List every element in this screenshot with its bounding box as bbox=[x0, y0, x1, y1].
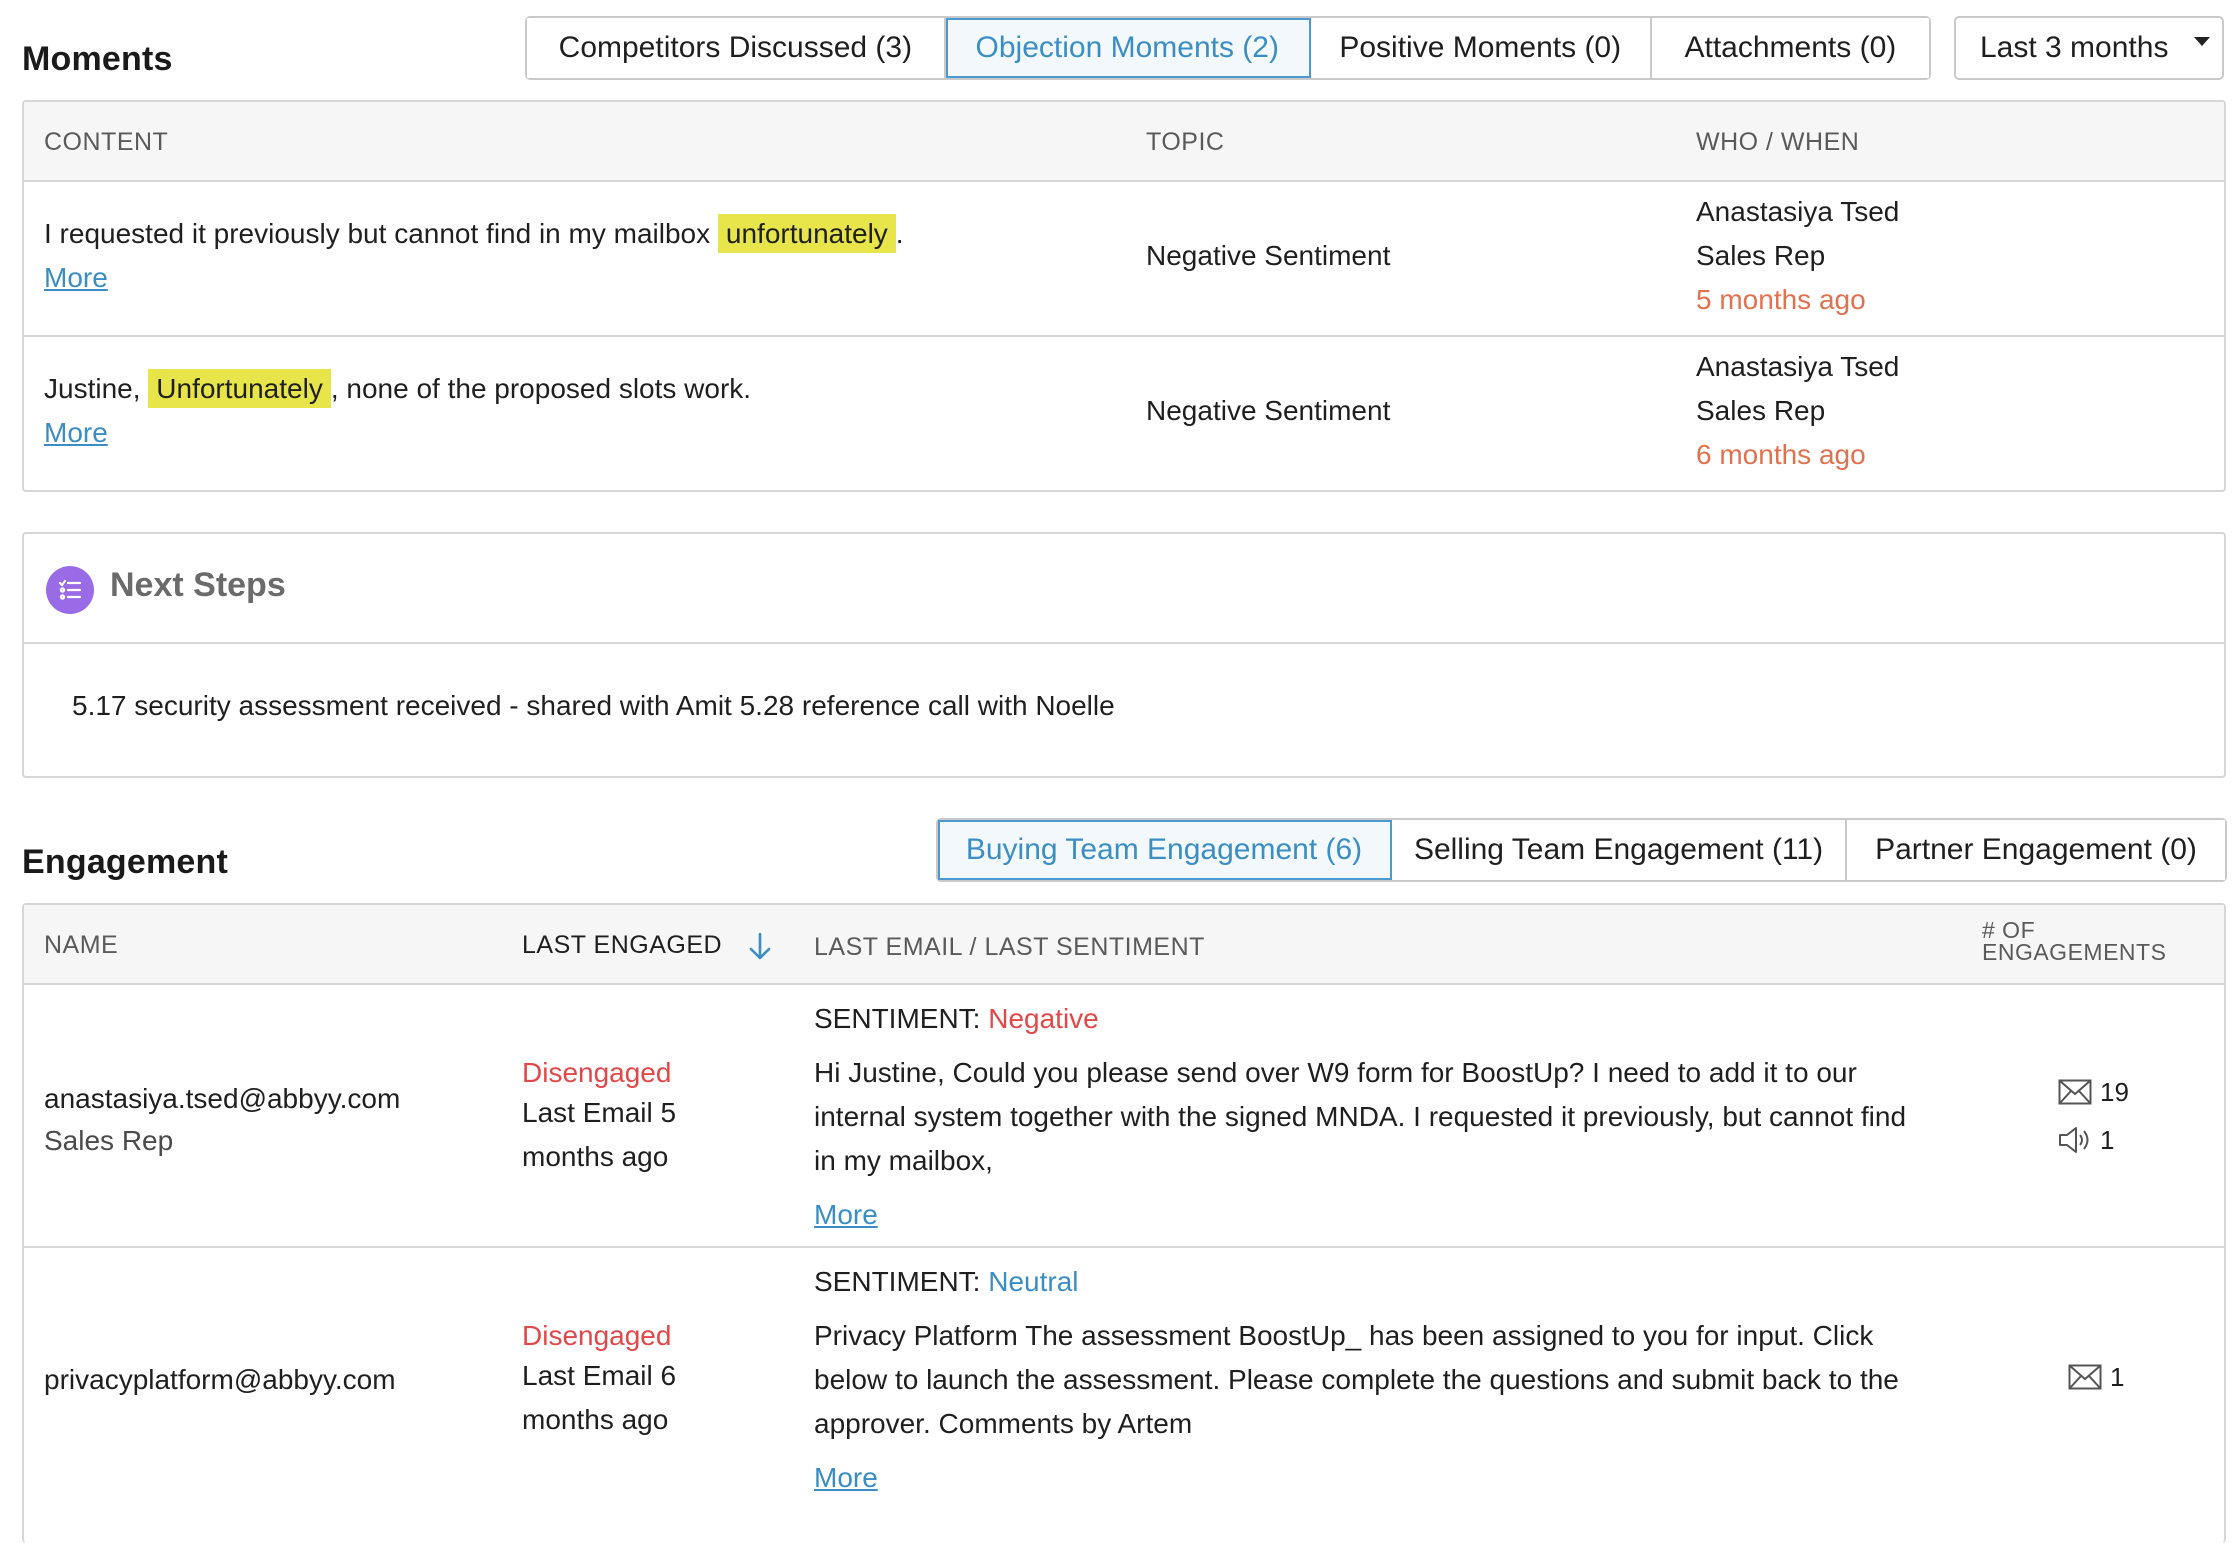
email-count-value: 1 bbox=[2110, 1361, 2125, 1392]
when-timestamp: 5 months ago bbox=[1696, 284, 1866, 315]
column-header-who-when[interactable]: WHO / WHEN bbox=[1696, 128, 1859, 157]
last-email-line2: months ago bbox=[522, 1404, 669, 1435]
call-count: 1 bbox=[2058, 1123, 2114, 1157]
column-header-content[interactable]: CONTENT bbox=[44, 128, 168, 157]
next-steps-title: Next Steps bbox=[110, 566, 286, 604]
tab-objection-moments[interactable]: Objection Moments (2) bbox=[945, 18, 1311, 78]
sentiment-value: Neutral bbox=[988, 1266, 1079, 1297]
highlight-keyword: Unfortunately bbox=[148, 369, 331, 408]
table-row: anastasiya.tsed@abbyy.com Sales Rep Dise… bbox=[24, 985, 2224, 1248]
more-link[interactable]: More bbox=[44, 256, 108, 300]
who-name: Anastasiya Tsed bbox=[1696, 196, 1900, 227]
email-count-value: 19 bbox=[2100, 1076, 2129, 1107]
highlight-keyword: unfortunately bbox=[717, 214, 896, 253]
email-snippet-line: below to launch the assessment. Please c… bbox=[814, 1364, 1899, 1395]
tab-positive-moments[interactable]: Positive Moments (0) bbox=[1310, 18, 1652, 78]
sentiment-value: Negative bbox=[988, 1003, 1099, 1034]
column-header-last-engaged[interactable]: LAST ENGAGED bbox=[522, 931, 722, 960]
tab-buying-team-engagement[interactable]: Buying Team Engagement (6) bbox=[938, 820, 1392, 880]
more-link[interactable]: More bbox=[814, 1456, 878, 1500]
contact-email[interactable]: privacyplatform@abbyy.com bbox=[44, 1358, 396, 1402]
next-steps-panel: Next Steps 5.17 security assessment rece… bbox=[22, 532, 2226, 778]
caret-down-icon bbox=[2194, 36, 2211, 46]
email-count: 19 bbox=[2058, 1075, 2129, 1109]
sentiment: SENTIMENT: Neutral bbox=[814, 1260, 1079, 1304]
date-range-value: Last 3 months bbox=[1980, 31, 2169, 64]
date-range-dropdown[interactable]: Last 3 months bbox=[1954, 16, 2224, 80]
table-row: privacyplatform@abbyy.com Disengaged Las… bbox=[24, 1248, 2224, 1511]
who-role: Sales Rep bbox=[1696, 240, 1826, 271]
email-snippet-line: approver. Comments by Artem bbox=[814, 1408, 1193, 1439]
num-engagements-line2: ENGAGEMENTS bbox=[1982, 939, 2167, 965]
moments-tabs: Competitors Discussed (3) Objection Mome… bbox=[525, 16, 1931, 80]
envelope-icon bbox=[2058, 1079, 2092, 1105]
email-snippet-line: Hi Justine, Could you please send over W… bbox=[814, 1057, 1857, 1088]
more-link[interactable]: More bbox=[814, 1193, 878, 1237]
contact-email[interactable]: anastasiya.tsed@abbyy.com bbox=[44, 1077, 400, 1121]
column-header-name[interactable]: NAME bbox=[44, 931, 118, 960]
table-row: Justine, Unfortunately, none of the prop… bbox=[24, 337, 2224, 492]
table-row: I requested it previously but cannot fin… bbox=[24, 182, 2224, 337]
tab-competitors-discussed[interactable]: Competitors Discussed (3) bbox=[527, 18, 946, 78]
engagement-table-header: NAME LAST ENGAGED LAST EMAIL / LAST SENT… bbox=[24, 905, 2224, 985]
engagement-tabs: Buying Team Engagement (6) Selling Team … bbox=[936, 818, 2227, 882]
checklist-icon bbox=[46, 566, 94, 614]
column-header-last-email-sentiment[interactable]: LAST EMAIL / LAST SENTIMENT bbox=[814, 933, 1205, 962]
engagement-status: Disengaged bbox=[522, 1057, 672, 1088]
moment-content: I requested it previously but cannot fin… bbox=[44, 212, 904, 256]
tab-attachments[interactable]: Attachments (0) bbox=[1651, 18, 1929, 78]
tab-selling-team-engagement[interactable]: Selling Team Engagement (11) bbox=[1392, 820, 1847, 880]
moment-topic: Negative Sentiment bbox=[1146, 395, 1391, 426]
email-snippet-line: in my mailbox, bbox=[814, 1145, 993, 1176]
contact-role: Sales Rep bbox=[44, 1125, 174, 1156]
engagement-table: NAME LAST ENGAGED LAST EMAIL / LAST SENT… bbox=[22, 903, 2226, 1543]
column-header-topic[interactable]: TOPIC bbox=[1146, 128, 1224, 157]
next-steps-text: 5.17 security assessment received - shar… bbox=[72, 690, 1115, 721]
column-header-num-engagements[interactable]: # OF ENGAGEMENTS bbox=[1982, 917, 2167, 965]
envelope-icon bbox=[2068, 1364, 2102, 1390]
sentiment: SENTIMENT: Negative bbox=[814, 997, 1099, 1041]
sentiment-label: SENTIMENT: bbox=[814, 1003, 989, 1034]
content-text-end: , none of the proposed slots work. bbox=[330, 373, 752, 404]
call-count-value: 1 bbox=[2100, 1124, 2115, 1155]
when-timestamp: 6 months ago bbox=[1696, 439, 1866, 470]
email-snippet-line: Privacy Platform The assessment BoostUp_… bbox=[814, 1320, 1874, 1351]
moments-title: Moments bbox=[22, 40, 173, 78]
moment-topic: Negative Sentiment bbox=[1146, 240, 1391, 271]
last-email-line1: Last Email 5 bbox=[522, 1097, 677, 1128]
moments-table-header: CONTENT TOPIC WHO / WHEN bbox=[24, 102, 2224, 182]
who-role: Sales Rep bbox=[1696, 395, 1826, 426]
sort-down-arrow-icon[interactable] bbox=[746, 931, 774, 961]
tab-partner-engagement[interactable]: Partner Engagement (0) bbox=[1847, 820, 2225, 880]
speaker-icon bbox=[2059, 1127, 2089, 1153]
next-steps-header: Next Steps bbox=[24, 534, 2224, 644]
more-link[interactable]: More bbox=[44, 411, 108, 455]
moment-content: Justine, Unfortunately, none of the prop… bbox=[44, 367, 751, 411]
sentiment-label: SENTIMENT: bbox=[814, 1266, 989, 1297]
engagement-status: Disengaged bbox=[522, 1320, 672, 1351]
content-text: I requested it previously but cannot fin… bbox=[44, 218, 718, 249]
engagement-title: Engagement bbox=[22, 843, 229, 881]
num-engagements-line1: # OF bbox=[1982, 917, 2036, 943]
last-email-line2: months ago bbox=[522, 1141, 669, 1172]
content-text: Justine, bbox=[44, 373, 149, 404]
moments-table: CONTENT TOPIC WHO / WHEN I requested it … bbox=[22, 100, 2226, 492]
email-count: 1 bbox=[2068, 1360, 2124, 1394]
content-text-end: . bbox=[895, 218, 904, 249]
email-snippet-line: internal system together with the signed… bbox=[814, 1101, 1907, 1132]
last-email-line1: Last Email 6 bbox=[522, 1360, 677, 1391]
who-name: Anastasiya Tsed bbox=[1696, 351, 1900, 382]
